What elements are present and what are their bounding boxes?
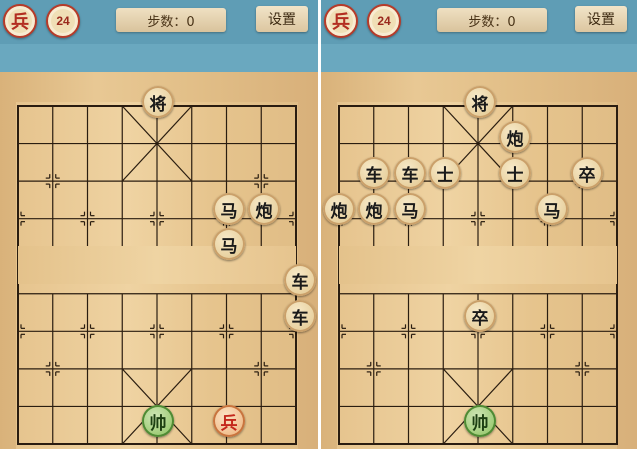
settings-button[interactable]: 设置 [256,6,308,32]
step-counter: 步数：0 [116,8,226,32]
chess-board [0,72,318,449]
piece-horse-black[interactable]: 马 [394,193,426,225]
river [18,246,296,284]
settings-button-right[interactable]: 设置 [575,6,627,32]
piece-cannon-black[interactable]: 炮 [499,121,531,153]
piece-advisor-black-2[interactable]: 士 [499,157,531,189]
piece-marshal-green[interactable]: 帅 [464,405,496,437]
piece-pawn-black[interactable]: 卒 [571,157,603,189]
piece-horse-black[interactable]: 马 [213,193,245,225]
piece-cannon-black-3[interactable]: 炮 [358,193,390,225]
level-badge: 24 [46,4,80,38]
piece-pawn-black-2[interactable]: 卒 [464,300,496,332]
piece-marshal-green[interactable]: 帅 [142,405,174,437]
river-right [339,246,617,284]
piece-advisor-black[interactable]: 士 [429,157,461,189]
left-panel: 兵 24 步数：0 设置 将 马 炮 马 车 车 帅 兵 [0,0,318,449]
pawn-badge-icon: 兵 [3,4,37,38]
piece-horse-black-2[interactable]: 马 [213,228,245,260]
pawn-badge-icon-right: 兵 [324,4,358,38]
piece-chariot-black[interactable]: 车 [284,264,316,296]
chess-board-right [321,72,637,449]
piece-chariot-black-2[interactable]: 车 [284,300,316,332]
piece-chariot-black[interactable]: 车 [358,157,390,189]
piece-chariot-black-2[interactable]: 车 [394,157,426,189]
step-counter-right: 步数：0 [437,8,547,32]
piece-cannon-black-2[interactable]: 炮 [323,193,355,225]
level-badge-right: 24 [367,4,401,38]
piece-soldier-red[interactable]: 兵 [213,405,245,437]
piece-cannon-black[interactable]: 炮 [248,193,280,225]
right-panel: 兵 24 步数：0 设置 将 炮 车 车 士 士 卒 炮 炮 马 马 卒 帅 [321,0,637,449]
piece-general-black[interactable]: 将 [142,86,174,118]
piece-general-black[interactable]: 将 [464,86,496,118]
piece-horse-black-2[interactable]: 马 [536,193,568,225]
